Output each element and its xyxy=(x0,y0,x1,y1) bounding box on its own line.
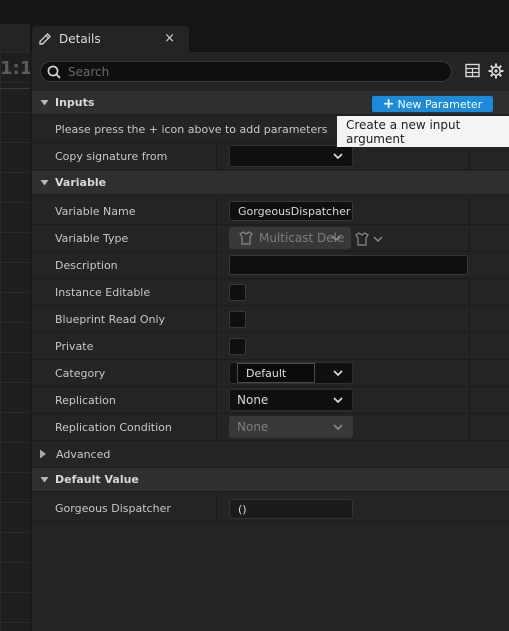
tab-title: Details xyxy=(59,32,101,46)
advanced-label: Advanced xyxy=(56,447,111,461)
new-parameter-label: New Parameter xyxy=(397,97,483,111)
chevron-down-icon xyxy=(333,370,343,377)
container-type-icon[interactable] xyxy=(354,232,384,246)
replication-dropdown[interactable]: None xyxy=(229,389,353,411)
variable-type-dropdown[interactable]: Multicast Dele xyxy=(229,227,351,249)
column-divider xyxy=(469,387,470,413)
gorgeous-dispatcher-value[interactable]: () xyxy=(229,499,353,519)
column-divider xyxy=(216,387,217,413)
column-divider xyxy=(216,143,217,169)
search-input[interactable]: Search xyxy=(40,61,452,82)
zoom-label: 1:1 xyxy=(0,58,33,79)
chevron-down-icon xyxy=(40,180,49,186)
graph-header xyxy=(0,24,30,52)
new-parameter-tooltip: Create a new input argument xyxy=(337,116,509,147)
tab-bar: Details × xyxy=(30,24,509,52)
column-divider xyxy=(216,333,217,359)
variable-type-row: Variable Type Multicast Dele xyxy=(32,225,509,252)
category-label: Category xyxy=(55,367,106,380)
instance-editable-row: Instance Editable xyxy=(32,279,509,306)
variable-name-field[interactable]: GorgeousDispatcher xyxy=(229,201,353,221)
column-divider xyxy=(216,360,217,386)
description-row: Description xyxy=(32,252,509,279)
table-view-icon[interactable] xyxy=(465,63,480,78)
section-variable-label: Variable xyxy=(55,176,107,189)
replication-label: Replication xyxy=(55,394,116,407)
column-divider xyxy=(469,414,470,440)
variable-name-label: Variable Name xyxy=(55,205,136,218)
section-variable[interactable]: Variable xyxy=(32,171,509,195)
chevron-right-icon xyxy=(40,449,46,459)
column-divider xyxy=(469,333,470,359)
search-placeholder: Search xyxy=(68,64,110,79)
column-divider xyxy=(216,495,217,521)
copy-signature-dropdown[interactable] xyxy=(229,145,353,167)
blueprint-read-only-checkbox[interactable] xyxy=(229,311,246,328)
description-field[interactable] xyxy=(229,255,468,275)
new-parameter-button[interactable]: + New Parameter xyxy=(372,96,493,112)
column-divider xyxy=(469,279,470,305)
column-divider xyxy=(216,225,217,251)
section-default-value[interactable]: Default Value xyxy=(32,468,509,492)
details-panel: Search Inputs + New Parameter Please pre… xyxy=(30,52,509,631)
variable-type-label: Variable Type xyxy=(55,232,129,245)
section-default-value-label: Default Value xyxy=(55,473,139,486)
instance-editable-label: Instance Editable xyxy=(55,286,151,299)
category-value-popup[interactable]: Default xyxy=(237,363,315,383)
plus-icon: + xyxy=(382,96,395,112)
search-row: Search xyxy=(32,52,509,90)
chevron-down-icon xyxy=(333,424,343,431)
pencil-icon xyxy=(39,33,51,45)
column-divider xyxy=(216,306,217,332)
gorgeous-dispatcher-row: Gorgeous Dispatcher () xyxy=(32,495,509,522)
chevron-down-icon xyxy=(333,397,343,404)
column-divider xyxy=(216,279,217,305)
search-icon xyxy=(47,65,61,79)
chevron-down-icon xyxy=(40,477,49,483)
column-divider xyxy=(469,225,470,251)
private-row: Private xyxy=(32,333,509,360)
column-divider xyxy=(216,198,217,224)
private-label: Private xyxy=(55,340,94,353)
column-divider xyxy=(469,198,470,224)
replication-condition-label: Replication Condition xyxy=(55,421,172,434)
tab-details[interactable]: Details × xyxy=(32,26,189,52)
column-divider xyxy=(216,252,217,278)
section-inputs-label: Inputs xyxy=(55,96,95,109)
private-checkbox[interactable] xyxy=(229,338,246,355)
gorgeous-dispatcher-label: Gorgeous Dispatcher xyxy=(55,502,171,515)
copy-signature-row: Copy signature from xyxy=(32,143,509,170)
variable-name-row: Variable Name GorgeousDispatcher xyxy=(32,198,509,225)
chevron-down-icon xyxy=(40,100,49,106)
close-icon[interactable]: × xyxy=(164,31,175,46)
replication-condition-dropdown[interactable]: None xyxy=(229,416,353,438)
replication-condition-row: Replication Condition None xyxy=(32,414,509,441)
graph-canvas[interactable] xyxy=(0,52,30,631)
replication-row: Replication None xyxy=(32,387,509,414)
gear-icon[interactable] xyxy=(488,63,504,79)
multicast-delegate-icon xyxy=(239,231,253,245)
advanced-expander[interactable]: Advanced xyxy=(32,441,509,468)
description-label: Description xyxy=(55,259,118,272)
chevron-down-icon xyxy=(333,153,343,160)
blueprint-read-only-label: Blueprint Read Only xyxy=(55,313,166,326)
instance-editable-checkbox[interactable] xyxy=(229,284,246,301)
column-divider xyxy=(216,414,217,440)
blueprint-read-only-row: Blueprint Read Only xyxy=(32,306,509,333)
graph-divider xyxy=(0,88,30,89)
inputs-hint: Please press the + icon above to add par… xyxy=(55,123,328,136)
column-divider xyxy=(469,306,470,332)
chevron-down-icon xyxy=(331,235,341,242)
title-bar-strip xyxy=(0,0,509,24)
copy-signature-label: Copy signature from xyxy=(55,150,168,163)
column-divider xyxy=(469,360,470,386)
